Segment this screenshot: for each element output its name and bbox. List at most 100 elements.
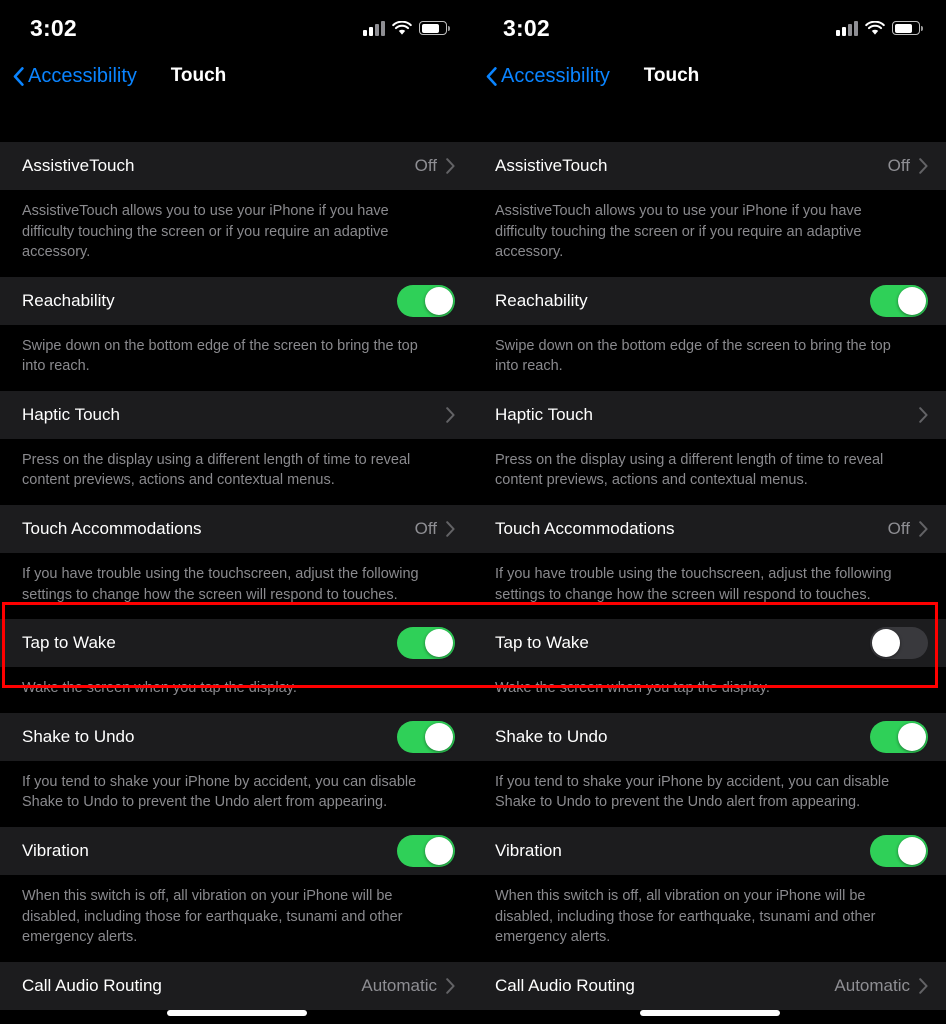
toggle-vibration[interactable] [870, 834, 928, 867]
row-value: Automatic [361, 975, 437, 995]
chevron-right-icon [446, 977, 455, 994]
toggle-reachability[interactable] [397, 284, 455, 317]
row-label: Shake to Undo [22, 726, 135, 746]
wifi-icon [392, 20, 412, 36]
toggle-tap-to-wake[interactable] [397, 627, 455, 660]
settings-list-right: AssistiveTouch Off AssistiveTouch allows y… [473, 142, 946, 1024]
settings-list-left: AssistiveTouch Off AssistiveTouch allows y… [0, 142, 473, 1024]
cellular-signal-icon [836, 20, 858, 36]
toggle-vibration[interactable] [397, 834, 455, 867]
toggle-knob [898, 722, 926, 751]
row-footer-haptic-touch: Press on the display using a different l… [0, 438, 473, 506]
home-indicator [639, 1010, 780, 1016]
status-bar-right: 3:02 [473, 0, 946, 52]
toggle-reachability[interactable] [870, 284, 928, 317]
settings-row-reachability[interactable]: Reachability [0, 276, 473, 325]
home-indicator [166, 1010, 307, 1016]
toggle-knob [425, 836, 453, 865]
settings-row-vibration[interactable]: Vibration [0, 826, 473, 875]
chevron-right-icon [446, 407, 455, 423]
row-value: Off [887, 519, 910, 539]
row-label: Haptic Touch [22, 404, 120, 424]
chevron-right-icon [446, 521, 455, 537]
row-label: Shake to Undo [495, 726, 608, 746]
battery-icon [419, 21, 450, 35]
nav-bar-right: Accessibility Touch [473, 52, 946, 100]
right-phone-panel: 3:02 Accessibility Touch AssistiveTouch … [473, 0, 946, 1024]
row-label: Reachability [22, 290, 115, 310]
list-top-gap [0, 100, 473, 142]
settings-row-haptic-touch[interactable]: Haptic Touch [473, 390, 946, 439]
row-footer-shake-to-undo: If you tend to shake your iPhone by acci… [0, 760, 473, 827]
row-label: Touch Accommodations [22, 519, 202, 539]
list-top-gap [473, 100, 946, 142]
row-label: Vibration [22, 840, 89, 860]
chevron-right-icon [919, 407, 928, 423]
cellular-signal-icon [363, 20, 385, 36]
settings-row-shake-to-undo[interactable]: Shake to Undo [473, 712, 946, 761]
row-footer-touch-accommodations: If you have trouble using the touchscree… [473, 553, 946, 620]
settings-row-touch-accommodations[interactable]: Touch Accommodations Off [0, 505, 473, 554]
chevron-right-icon [919, 977, 928, 994]
settings-row-assistive-touch[interactable]: AssistiveTouch Off [473, 142, 946, 190]
settings-row-haptic-touch[interactable]: Haptic Touch [0, 390, 473, 439]
row-footer-haptic-touch: Press on the display using a different l… [473, 438, 946, 506]
back-button[interactable]: Accessibility [13, 65, 137, 88]
toggle-knob [898, 286, 926, 315]
row-value: Automatic [834, 975, 910, 995]
row-value: Off [414, 519, 437, 539]
settings-row-shake-to-undo[interactable]: Shake to Undo [0, 712, 473, 761]
row-label: Reachability [495, 290, 588, 310]
row-footer-reachability: Swipe down on the bottom edge of the scr… [473, 324, 946, 391]
row-label: Haptic Touch [495, 404, 593, 424]
row-footer-touch-accommodations: If you have trouble using the touchscree… [0, 553, 473, 620]
toggle-knob [425, 629, 453, 658]
settings-row-call-audio-routing[interactable]: Call Audio Routing Automatic [0, 961, 473, 1010]
toggle-shake-to-undo[interactable] [397, 720, 455, 753]
toggle-knob [898, 836, 926, 865]
status-time: 3:02 [503, 14, 550, 41]
chevron-right-icon [919, 521, 928, 537]
left-phone-panel: 3:02 Accessibility Touch AssistiveTouch … [0, 0, 473, 1024]
row-value: Off [887, 156, 910, 175]
settings-row-reachability[interactable]: Reachability [473, 276, 946, 325]
settings-row-vibration[interactable]: Vibration [473, 826, 946, 875]
status-time: 3:02 [30, 14, 77, 41]
row-value: Off [414, 156, 437, 175]
status-indicators [836, 17, 923, 36]
row-label: Call Audio Routing [22, 975, 162, 995]
row-footer-assistive-touch: AssistiveTouch allows you to use your iP… [0, 190, 473, 277]
row-label: AssistiveTouch [495, 156, 608, 175]
wifi-icon [865, 20, 885, 36]
back-button-label: Accessibility [501, 64, 610, 87]
status-bar-left: 3:02 [0, 0, 473, 52]
back-button[interactable]: Accessibility [486, 65, 610, 88]
chevron-left-icon [13, 66, 24, 86]
toggle-knob [425, 286, 453, 315]
row-label: Vibration [495, 840, 562, 860]
chevron-left-icon [486, 66, 497, 86]
settings-row-assistive-touch[interactable]: AssistiveTouch Off [0, 142, 473, 190]
nav-bar-left: Accessibility Touch [0, 52, 473, 100]
row-label: AssistiveTouch [22, 156, 135, 175]
row-label: Tap to Wake [22, 633, 116, 653]
settings-row-touch-accommodations[interactable]: Touch Accommodations Off [473, 505, 946, 554]
chevron-right-icon [446, 158, 455, 174]
chevron-right-icon [919, 158, 928, 174]
toggle-tap-to-wake[interactable] [870, 627, 928, 660]
battery-icon [892, 21, 923, 35]
row-footer-shake-to-undo: If you tend to shake your iPhone by acci… [473, 760, 946, 827]
settings-row-tap-to-wake[interactable]: Tap to Wake [0, 619, 473, 668]
back-button-label: Accessibility [28, 64, 137, 87]
row-label: Touch Accommodations [495, 519, 675, 539]
toggle-shake-to-undo[interactable] [870, 720, 928, 753]
dual-phone-screenshot: 3:02 Accessibility Touch AssistiveTouch … [0, 0, 946, 1024]
row-footer-reachability: Swipe down on the bottom edge of the scr… [0, 324, 473, 391]
row-footer-tap-to-wake: Wake the screen when you tap the display… [0, 667, 473, 713]
toggle-knob [872, 629, 900, 658]
settings-row-tap-to-wake[interactable]: Tap to Wake [473, 619, 946, 668]
row-footer-vibration: When this switch is off, all vibration o… [0, 874, 473, 962]
settings-row-call-audio-routing[interactable]: Call Audio Routing Automatic [473, 961, 946, 1010]
row-footer-vibration: When this switch is off, all vibration o… [473, 874, 946, 962]
toggle-knob [425, 722, 453, 751]
